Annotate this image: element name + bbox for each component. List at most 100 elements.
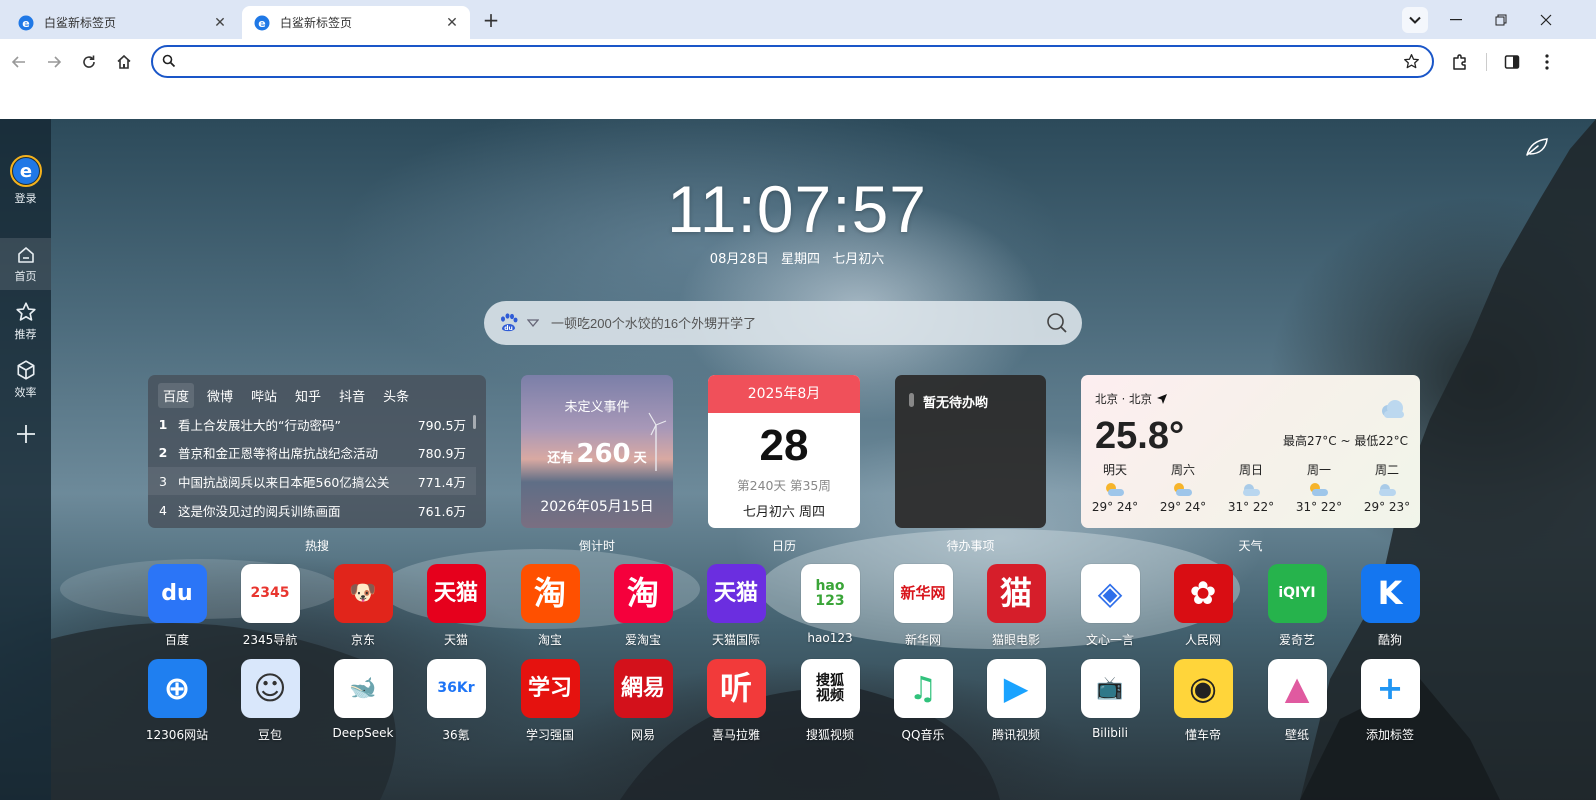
restore-button[interactable] [1479, 6, 1523, 34]
shortcut-tile[interactable]: ◈ 文心一言 [1070, 564, 1150, 648]
sidebar-item-label: 效率 [14, 386, 37, 399]
search-icon[interactable] [1046, 312, 1068, 334]
shortcut-tile[interactable]: ◉ 懂车帝 [1163, 659, 1243, 743]
tab-close-icon[interactable]: ✕ [444, 15, 460, 31]
hot-rank: 3 [159, 473, 167, 489]
shortcut-tile[interactable]: 📺 Bilibili [1070, 659, 1150, 740]
bilibili-icon: 📺 [1080, 659, 1140, 718]
baidu-paw-icon[interactable]: du [498, 313, 520, 333]
hot-tab-baidu[interactable]: 百度 [158, 383, 195, 408]
shortcut-tile[interactable]: 淘淘宝 [510, 564, 590, 648]
shortcut-tile[interactable]: 新华网 新华网 [883, 564, 963, 648]
shortcut-tile[interactable]: 2345 2345导航 [230, 564, 310, 648]
hot-tab-douyin[interactable]: 抖音 [334, 383, 370, 408]
side-panel-icon[interactable] [1501, 51, 1523, 73]
hot-search-item[interactable]: 4 这是你没见过的阅兵训练画面 761.6万 [148, 496, 476, 524]
shortcut-tile[interactable]: 36Kr 36氪 [416, 659, 496, 743]
shortcut-glyph: 猫 [999, 573, 1032, 612]
tab-search-dropdown-icon[interactable] [1402, 7, 1428, 33]
new-tab-page: e 登录 首页 推荐 效率 11:07:57 08月28日 星期四 七月初六 d… [0, 119, 1596, 800]
close-window-button[interactable] [1524, 6, 1568, 34]
shortcut-tile[interactable]: 天猫 天猫国际 [696, 564, 776, 648]
shortcut-glyph: 学习 [527, 675, 572, 701]
shortcut-label: 壁纸 [1284, 728, 1309, 742]
shortcut-glyph: ✿ [1189, 573, 1217, 612]
browser-tab-1[interactable]: e 白鲨新标签页 ✕ [6, 6, 238, 39]
shortcut-tile[interactable]: ⊕ 12306网站 [137, 659, 217, 743]
todo-widget[interactable]: 暂无待办哟 [895, 375, 1046, 528]
sidebar-item-home[interactable]: 首页 [0, 245, 51, 284]
tencent-video-icon: ▶ [986, 659, 1046, 718]
shortcut-tile[interactable]: 猫猫眼电影 [976, 564, 1056, 648]
address-input[interactable] [185, 51, 1385, 73]
hot-search-tabs: 百度 微博 哔站 知乎 抖音 头条 [158, 383, 422, 408]
forecast-day-name: 周一 [1306, 463, 1331, 477]
leaf-settings-icon[interactable] [1524, 136, 1552, 160]
shortcut-tile[interactable]: ✿ 人民网 [1163, 564, 1243, 648]
new-tab-button[interactable]: + [479, 8, 503, 32]
weather-widget[interactable]: 北京 · 北京 25.8° 最高27°C ~ 最低22°C 明天 29° 24°… [1081, 375, 1420, 528]
shortcut-tile[interactable]: hao 123 hao123 [790, 564, 870, 645]
sidebar-item-recommend[interactable]: 推荐 [0, 301, 51, 342]
browser-tab-2[interactable]: e 白鲨新标签页 ✕ [242, 6, 470, 39]
reload-button[interactable] [76, 49, 102, 75]
weather-current-temp: 25.8° [1095, 415, 1185, 457]
home-button[interactable] [111, 49, 137, 75]
hot-search-item[interactable]: 3 中国抗战阅兵以来日本砸560亿搞公关 771.4万 [148, 467, 476, 495]
shortcut-tile[interactable]: 天猫 天猫 [416, 564, 496, 648]
baidu-icon: du [147, 564, 207, 623]
shortcut-glyph: ▲ [1284, 668, 1310, 707]
forecast-day: 明天 29° 24° [1081, 461, 1149, 514]
calendar-caption: 日历 [771, 539, 796, 553]
calendar-widget[interactable]: 2025年8月 28 第240天 第35周 七月初六 周四 [708, 375, 860, 528]
shortcut-tile[interactable]: K 酷狗 [1350, 564, 1430, 648]
hot-tab-toutiao[interactable]: 头条 [378, 383, 414, 408]
extensions-icon[interactable] [1449, 51, 1471, 73]
shortcut-tile[interactable]: 淘爱淘宝 [603, 564, 683, 648]
menu-kebab-icon[interactable] [1536, 51, 1558, 73]
forward-button[interactable] [41, 49, 67, 75]
shortcut-tile[interactable]: 学习 学习强国 [510, 659, 590, 743]
hot-tab-zhihu[interactable]: 知乎 [290, 383, 326, 408]
clock-date: 08月28日 星期四 七月初六 [600, 248, 994, 267]
shortcut-tile[interactable]: ▲ 壁纸 [1257, 659, 1337, 743]
hot-tab-bilibili[interactable]: 哔站 [246, 383, 282, 408]
countdown-widget[interactable]: 未定义事件 还有 260 天 2026年05月15日 [521, 375, 673, 528]
shortcut-label: 猫眼电影 [991, 633, 1040, 647]
shortcut-tile[interactable]: ☺ 豆包 [230, 659, 310, 743]
sidebar-add-button[interactable] [0, 423, 51, 445]
hot-search-scrollbar[interactable] [473, 415, 476, 429]
minimize-button[interactable] [1434, 6, 1478, 34]
back-button[interactable] [6, 49, 32, 75]
iqiyi-icon: iQIYI [1267, 564, 1327, 623]
shortcut-label: Bilibili [1092, 726, 1128, 740]
forecast-range: 29° 24° [1091, 500, 1139, 514]
shortcut-tile[interactable]: + 添加标签 [1350, 659, 1430, 743]
shortcut-label: 12306网站 [145, 728, 209, 742]
shortcut-tile[interactable]: iQIYI 爱奇艺 [1257, 564, 1337, 648]
shortcut-tile[interactable]: ♫ QQ音乐 [883, 659, 963, 743]
tab-close-icon[interactable]: ✕ [212, 15, 228, 31]
svg-text:e: e [19, 161, 31, 182]
hot-search-item[interactable]: 2 普京和金正恩等将出席抗战纪念活动 780.9万 [148, 438, 476, 466]
search-input[interactable] [551, 312, 1021, 334]
engine-dropdown-icon[interactable] [527, 319, 539, 327]
bookmark-star-icon[interactable] [1403, 53, 1420, 70]
shortcut-tile[interactable]: 搜狐 视频 搜狐视频 [790, 659, 870, 743]
shortcut-tile[interactable]: 網易 网易 [603, 659, 683, 743]
shortcut-tile[interactable]: du 百度 [137, 564, 217, 648]
sidebar-login[interactable]: e 登录 [0, 155, 51, 206]
shortcut-glyph: 淘 [626, 573, 659, 612]
hot-title: 中国抗战阅兵以来日本砸560亿搞公关 [178, 474, 390, 490]
shortcut-tile[interactable]: ▶ 腾讯视频 [976, 659, 1056, 743]
dongchedi-icon: ◉ [1173, 659, 1233, 718]
hot-search-item[interactable]: 1 看上合发展壮大的“行动密码” 790.5万 [148, 410, 476, 438]
shortcut-glyph: ⊕ [163, 668, 191, 707]
address-bar[interactable] [151, 45, 1434, 78]
svg-text:e: e [258, 17, 265, 30]
shortcut-tile[interactable]: 🐶 京东 [323, 564, 403, 648]
shortcut-tile[interactable]: 听喜马拉雅 [696, 659, 776, 743]
sidebar-item-efficiency[interactable]: 效率 [0, 359, 51, 400]
shortcut-tile[interactable]: 🐋 DeepSeek [323, 659, 403, 740]
hot-tab-weibo[interactable]: 微博 [202, 383, 238, 408]
